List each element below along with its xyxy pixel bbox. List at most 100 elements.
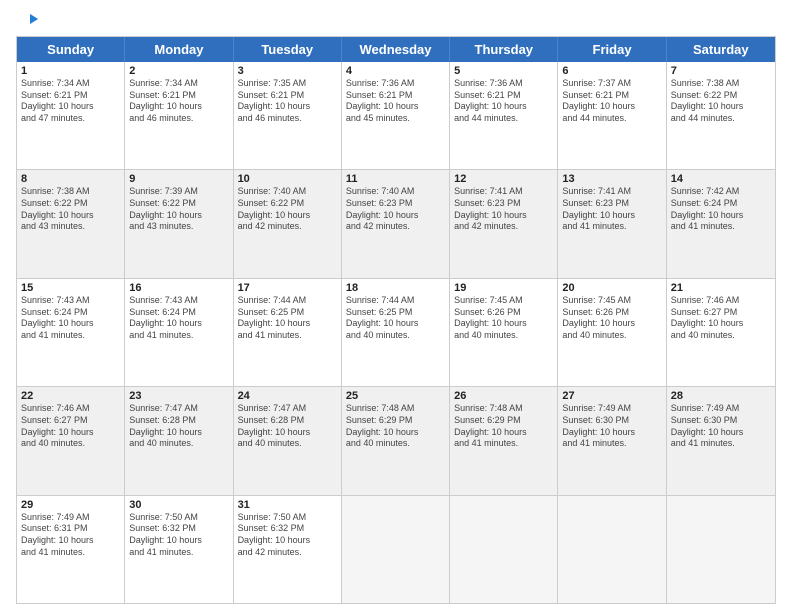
day-info: Sunrise: 7:45 AM Sunset: 6:26 PM Dayligh…: [562, 295, 661, 342]
day-info: Sunrise: 7:40 AM Sunset: 6:22 PM Dayligh…: [238, 186, 337, 233]
calendar-header: SundayMondayTuesdayWednesdayThursdayFrid…: [17, 37, 775, 62]
day-info: Sunrise: 7:44 AM Sunset: 6:25 PM Dayligh…: [346, 295, 445, 342]
day-number: 24: [238, 390, 337, 402]
empty-cell: [558, 496, 666, 603]
day-info: Sunrise: 7:42 AM Sunset: 6:24 PM Dayligh…: [671, 186, 771, 233]
day-number: 25: [346, 390, 445, 402]
day-info: Sunrise: 7:44 AM Sunset: 6:25 PM Dayligh…: [238, 295, 337, 342]
empty-cell: [342, 496, 450, 603]
day-number: 8: [21, 173, 120, 185]
day-cell-22: 22Sunrise: 7:46 AM Sunset: 6:27 PM Dayli…: [17, 387, 125, 494]
day-info: Sunrise: 7:43 AM Sunset: 6:24 PM Dayligh…: [129, 295, 228, 342]
day-number: 10: [238, 173, 337, 185]
day-number: 3: [238, 65, 337, 77]
day-cell-23: 23Sunrise: 7:47 AM Sunset: 6:28 PM Dayli…: [125, 387, 233, 494]
day-number: 11: [346, 173, 445, 185]
day-info: Sunrise: 7:36 AM Sunset: 6:21 PM Dayligh…: [454, 78, 553, 125]
day-cell-30: 30Sunrise: 7:50 AM Sunset: 6:32 PM Dayli…: [125, 496, 233, 603]
day-cell-31: 31Sunrise: 7:50 AM Sunset: 6:32 PM Dayli…: [234, 496, 342, 603]
day-cell-4: 4Sunrise: 7:36 AM Sunset: 6:21 PM Daylig…: [342, 62, 450, 169]
day-number: 22: [21, 390, 120, 402]
day-info: Sunrise: 7:40 AM Sunset: 6:23 PM Dayligh…: [346, 186, 445, 233]
day-cell-10: 10Sunrise: 7:40 AM Sunset: 6:22 PM Dayli…: [234, 170, 342, 277]
calendar: SundayMondayTuesdayWednesdayThursdayFrid…: [16, 36, 776, 604]
day-info: Sunrise: 7:50 AM Sunset: 6:32 PM Dayligh…: [238, 512, 337, 559]
day-info: Sunrise: 7:49 AM Sunset: 6:30 PM Dayligh…: [671, 403, 771, 450]
day-number: 31: [238, 499, 337, 511]
day-info: Sunrise: 7:36 AM Sunset: 6:21 PM Dayligh…: [346, 78, 445, 125]
empty-cell: [450, 496, 558, 603]
empty-cell: [667, 496, 775, 603]
logo: [16, 12, 40, 28]
day-cell-20: 20Sunrise: 7:45 AM Sunset: 6:26 PM Dayli…: [558, 279, 666, 386]
day-cell-14: 14Sunrise: 7:42 AM Sunset: 6:24 PM Dayli…: [667, 170, 775, 277]
day-cell-5: 5Sunrise: 7:36 AM Sunset: 6:21 PM Daylig…: [450, 62, 558, 169]
header-cell-monday: Monday: [125, 37, 233, 62]
calendar-row: 1Sunrise: 7:34 AM Sunset: 6:21 PM Daylig…: [17, 62, 775, 169]
day-info: Sunrise: 7:43 AM Sunset: 6:24 PM Dayligh…: [21, 295, 120, 342]
day-cell-6: 6Sunrise: 7:37 AM Sunset: 6:21 PM Daylig…: [558, 62, 666, 169]
day-info: Sunrise: 7:34 AM Sunset: 6:21 PM Dayligh…: [129, 78, 228, 125]
calendar-row: 8Sunrise: 7:38 AM Sunset: 6:22 PM Daylig…: [17, 169, 775, 277]
day-info: Sunrise: 7:48 AM Sunset: 6:29 PM Dayligh…: [346, 403, 445, 450]
day-info: Sunrise: 7:49 AM Sunset: 6:30 PM Dayligh…: [562, 403, 661, 450]
day-number: 9: [129, 173, 228, 185]
day-cell-7: 7Sunrise: 7:38 AM Sunset: 6:22 PM Daylig…: [667, 62, 775, 169]
day-number: 1: [21, 65, 120, 77]
day-cell-27: 27Sunrise: 7:49 AM Sunset: 6:30 PM Dayli…: [558, 387, 666, 494]
day-number: 21: [671, 282, 771, 294]
day-info: Sunrise: 7:48 AM Sunset: 6:29 PM Dayligh…: [454, 403, 553, 450]
day-cell-9: 9Sunrise: 7:39 AM Sunset: 6:22 PM Daylig…: [125, 170, 233, 277]
day-number: 6: [562, 65, 661, 77]
header-cell-friday: Friday: [558, 37, 666, 62]
day-cell-17: 17Sunrise: 7:44 AM Sunset: 6:25 PM Dayli…: [234, 279, 342, 386]
header-cell-thursday: Thursday: [450, 37, 558, 62]
day-number: 5: [454, 65, 553, 77]
day-number: 2: [129, 65, 228, 77]
calendar-row: 15Sunrise: 7:43 AM Sunset: 6:24 PM Dayli…: [17, 278, 775, 386]
day-cell-13: 13Sunrise: 7:41 AM Sunset: 6:23 PM Dayli…: [558, 170, 666, 277]
day-number: 28: [671, 390, 771, 402]
day-cell-12: 12Sunrise: 7:41 AM Sunset: 6:23 PM Dayli…: [450, 170, 558, 277]
day-number: 13: [562, 173, 661, 185]
day-info: Sunrise: 7:41 AM Sunset: 6:23 PM Dayligh…: [562, 186, 661, 233]
day-info: Sunrise: 7:34 AM Sunset: 6:21 PM Dayligh…: [21, 78, 120, 125]
day-cell-18: 18Sunrise: 7:44 AM Sunset: 6:25 PM Dayli…: [342, 279, 450, 386]
day-cell-2: 2Sunrise: 7:34 AM Sunset: 6:21 PM Daylig…: [125, 62, 233, 169]
day-info: Sunrise: 7:38 AM Sunset: 6:22 PM Dayligh…: [671, 78, 771, 125]
day-info: Sunrise: 7:46 AM Sunset: 6:27 PM Dayligh…: [21, 403, 120, 450]
day-number: 12: [454, 173, 553, 185]
calendar-row: 29Sunrise: 7:49 AM Sunset: 6:31 PM Dayli…: [17, 495, 775, 603]
day-number: 27: [562, 390, 661, 402]
day-number: 17: [238, 282, 337, 294]
day-number: 26: [454, 390, 553, 402]
day-number: 23: [129, 390, 228, 402]
day-cell-11: 11Sunrise: 7:40 AM Sunset: 6:23 PM Dayli…: [342, 170, 450, 277]
day-info: Sunrise: 7:41 AM Sunset: 6:23 PM Dayligh…: [454, 186, 553, 233]
day-info: Sunrise: 7:46 AM Sunset: 6:27 PM Dayligh…: [671, 295, 771, 342]
calendar-body: 1Sunrise: 7:34 AM Sunset: 6:21 PM Daylig…: [17, 62, 775, 603]
day-number: 30: [129, 499, 228, 511]
day-info: Sunrise: 7:49 AM Sunset: 6:31 PM Dayligh…: [21, 512, 120, 559]
day-cell-1: 1Sunrise: 7:34 AM Sunset: 6:21 PM Daylig…: [17, 62, 125, 169]
day-number: 19: [454, 282, 553, 294]
day-info: Sunrise: 7:35 AM Sunset: 6:21 PM Dayligh…: [238, 78, 337, 125]
day-number: 18: [346, 282, 445, 294]
header-cell-tuesday: Tuesday: [234, 37, 342, 62]
day-info: Sunrise: 7:47 AM Sunset: 6:28 PM Dayligh…: [129, 403, 228, 450]
day-number: 15: [21, 282, 120, 294]
day-cell-3: 3Sunrise: 7:35 AM Sunset: 6:21 PM Daylig…: [234, 62, 342, 169]
day-cell-21: 21Sunrise: 7:46 AM Sunset: 6:27 PM Dayli…: [667, 279, 775, 386]
day-cell-28: 28Sunrise: 7:49 AM Sunset: 6:30 PM Dayli…: [667, 387, 775, 494]
day-cell-15: 15Sunrise: 7:43 AM Sunset: 6:24 PM Dayli…: [17, 279, 125, 386]
logo-text: [16, 12, 40, 32]
header: [16, 12, 776, 28]
day-info: Sunrise: 7:37 AM Sunset: 6:21 PM Dayligh…: [562, 78, 661, 125]
day-info: Sunrise: 7:47 AM Sunset: 6:28 PM Dayligh…: [238, 403, 337, 450]
day-number: 29: [21, 499, 120, 511]
header-cell-wednesday: Wednesday: [342, 37, 450, 62]
day-number: 14: [671, 173, 771, 185]
day-cell-29: 29Sunrise: 7:49 AM Sunset: 6:31 PM Dayli…: [17, 496, 125, 603]
header-cell-saturday: Saturday: [667, 37, 775, 62]
day-number: 16: [129, 282, 228, 294]
